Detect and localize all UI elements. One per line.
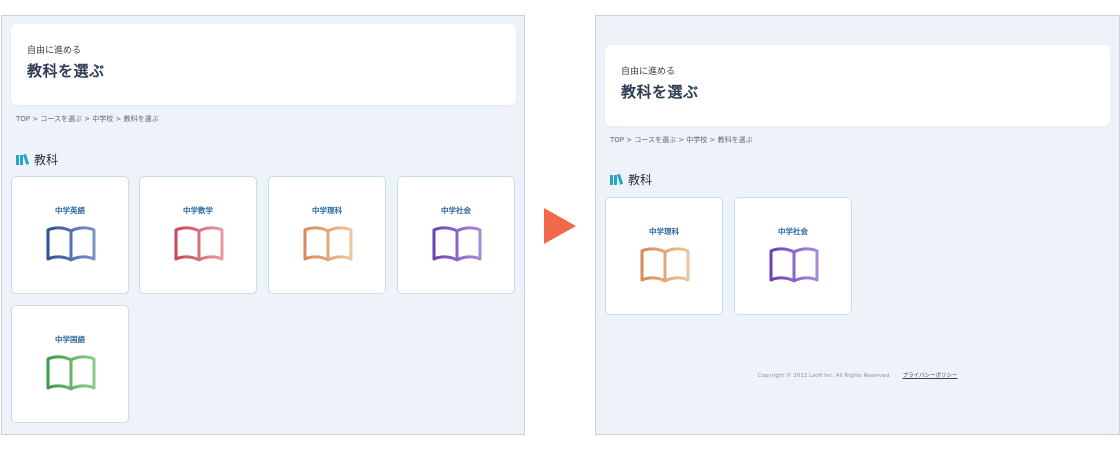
before-screen: 自由に進める 教科を選ぶ TOP > コースを選ぶ > 中学校 > 教科を選ぶ … — [1, 15, 525, 435]
subject-label: 中学理科 — [649, 227, 679, 236]
subject-label: 中学国語 — [55, 335, 85, 344]
open-book-icon — [432, 226, 482, 262]
subject-card-english[interactable]: 中学英語 — [11, 176, 129, 294]
subject-card-japanese[interactable]: 中学国語 — [11, 305, 129, 423]
page-footer: Copyright © 2022 Lsoft Inc. All Rights R… — [596, 371, 1119, 379]
page-title: 教科を選ぶ — [621, 83, 699, 101]
page-subtitle: 自由に進める — [27, 46, 82, 56]
books-icon — [610, 174, 623, 185]
section-title: 教科 — [34, 153, 59, 167]
open-book-icon — [174, 226, 224, 262]
open-book-icon — [769, 247, 819, 283]
open-book-icon — [46, 226, 96, 262]
subject-label: 中学理科 — [312, 206, 342, 215]
subject-card-social[interactable]: 中学社会 — [734, 197, 852, 315]
subject-card-math[interactable]: 中学数学 — [139, 176, 257, 294]
open-book-icon — [303, 226, 353, 262]
subject-label: 中学数学 — [183, 206, 213, 215]
subject-label: 中学英語 — [55, 206, 85, 215]
right-arrow-icon — [544, 208, 576, 244]
page-title: 教科を選ぶ — [27, 62, 105, 80]
subject-card-science[interactable]: 中学理科 — [268, 176, 386, 294]
section-title: 教科 — [628, 173, 653, 187]
page-subtitle: 自由に進める — [621, 67, 676, 77]
open-book-icon — [46, 355, 96, 391]
books-icon — [16, 154, 29, 165]
open-book-icon — [640, 247, 690, 283]
breadcrumb[interactable]: TOP > コースを選ぶ > 中学校 > 教科を選ぶ — [610, 135, 753, 145]
privacy-policy-link[interactable]: プライバシーポリシー — [903, 373, 958, 379]
subject-label: 中学社会 — [778, 227, 808, 236]
section-header: 教科 — [16, 151, 58, 168]
page-header-card: 自由に進める 教科を選ぶ — [11, 24, 516, 105]
breadcrumb[interactable]: TOP > コースを選ぶ > 中学校 > 教科を選ぶ — [16, 114, 159, 124]
after-screen: 自由に進める 教科を選ぶ TOP > コースを選ぶ > 中学校 > 教科を選ぶ … — [595, 15, 1120, 435]
subject-card-science[interactable]: 中学理科 — [605, 197, 723, 315]
subject-card-social[interactable]: 中学社会 — [397, 176, 515, 294]
copyright-text: Copyright © 2022 Lsoft Inc. All Rights R… — [757, 373, 891, 379]
subject-label: 中学社会 — [441, 206, 471, 215]
comparison-canvas: 自由に進める 教科を選ぶ TOP > コースを選ぶ > 中学校 > 教科を選ぶ … — [0, 0, 1120, 450]
page-header-card: 自由に進める 教科を選ぶ — [605, 45, 1110, 126]
section-header: 教科 — [610, 171, 652, 188]
